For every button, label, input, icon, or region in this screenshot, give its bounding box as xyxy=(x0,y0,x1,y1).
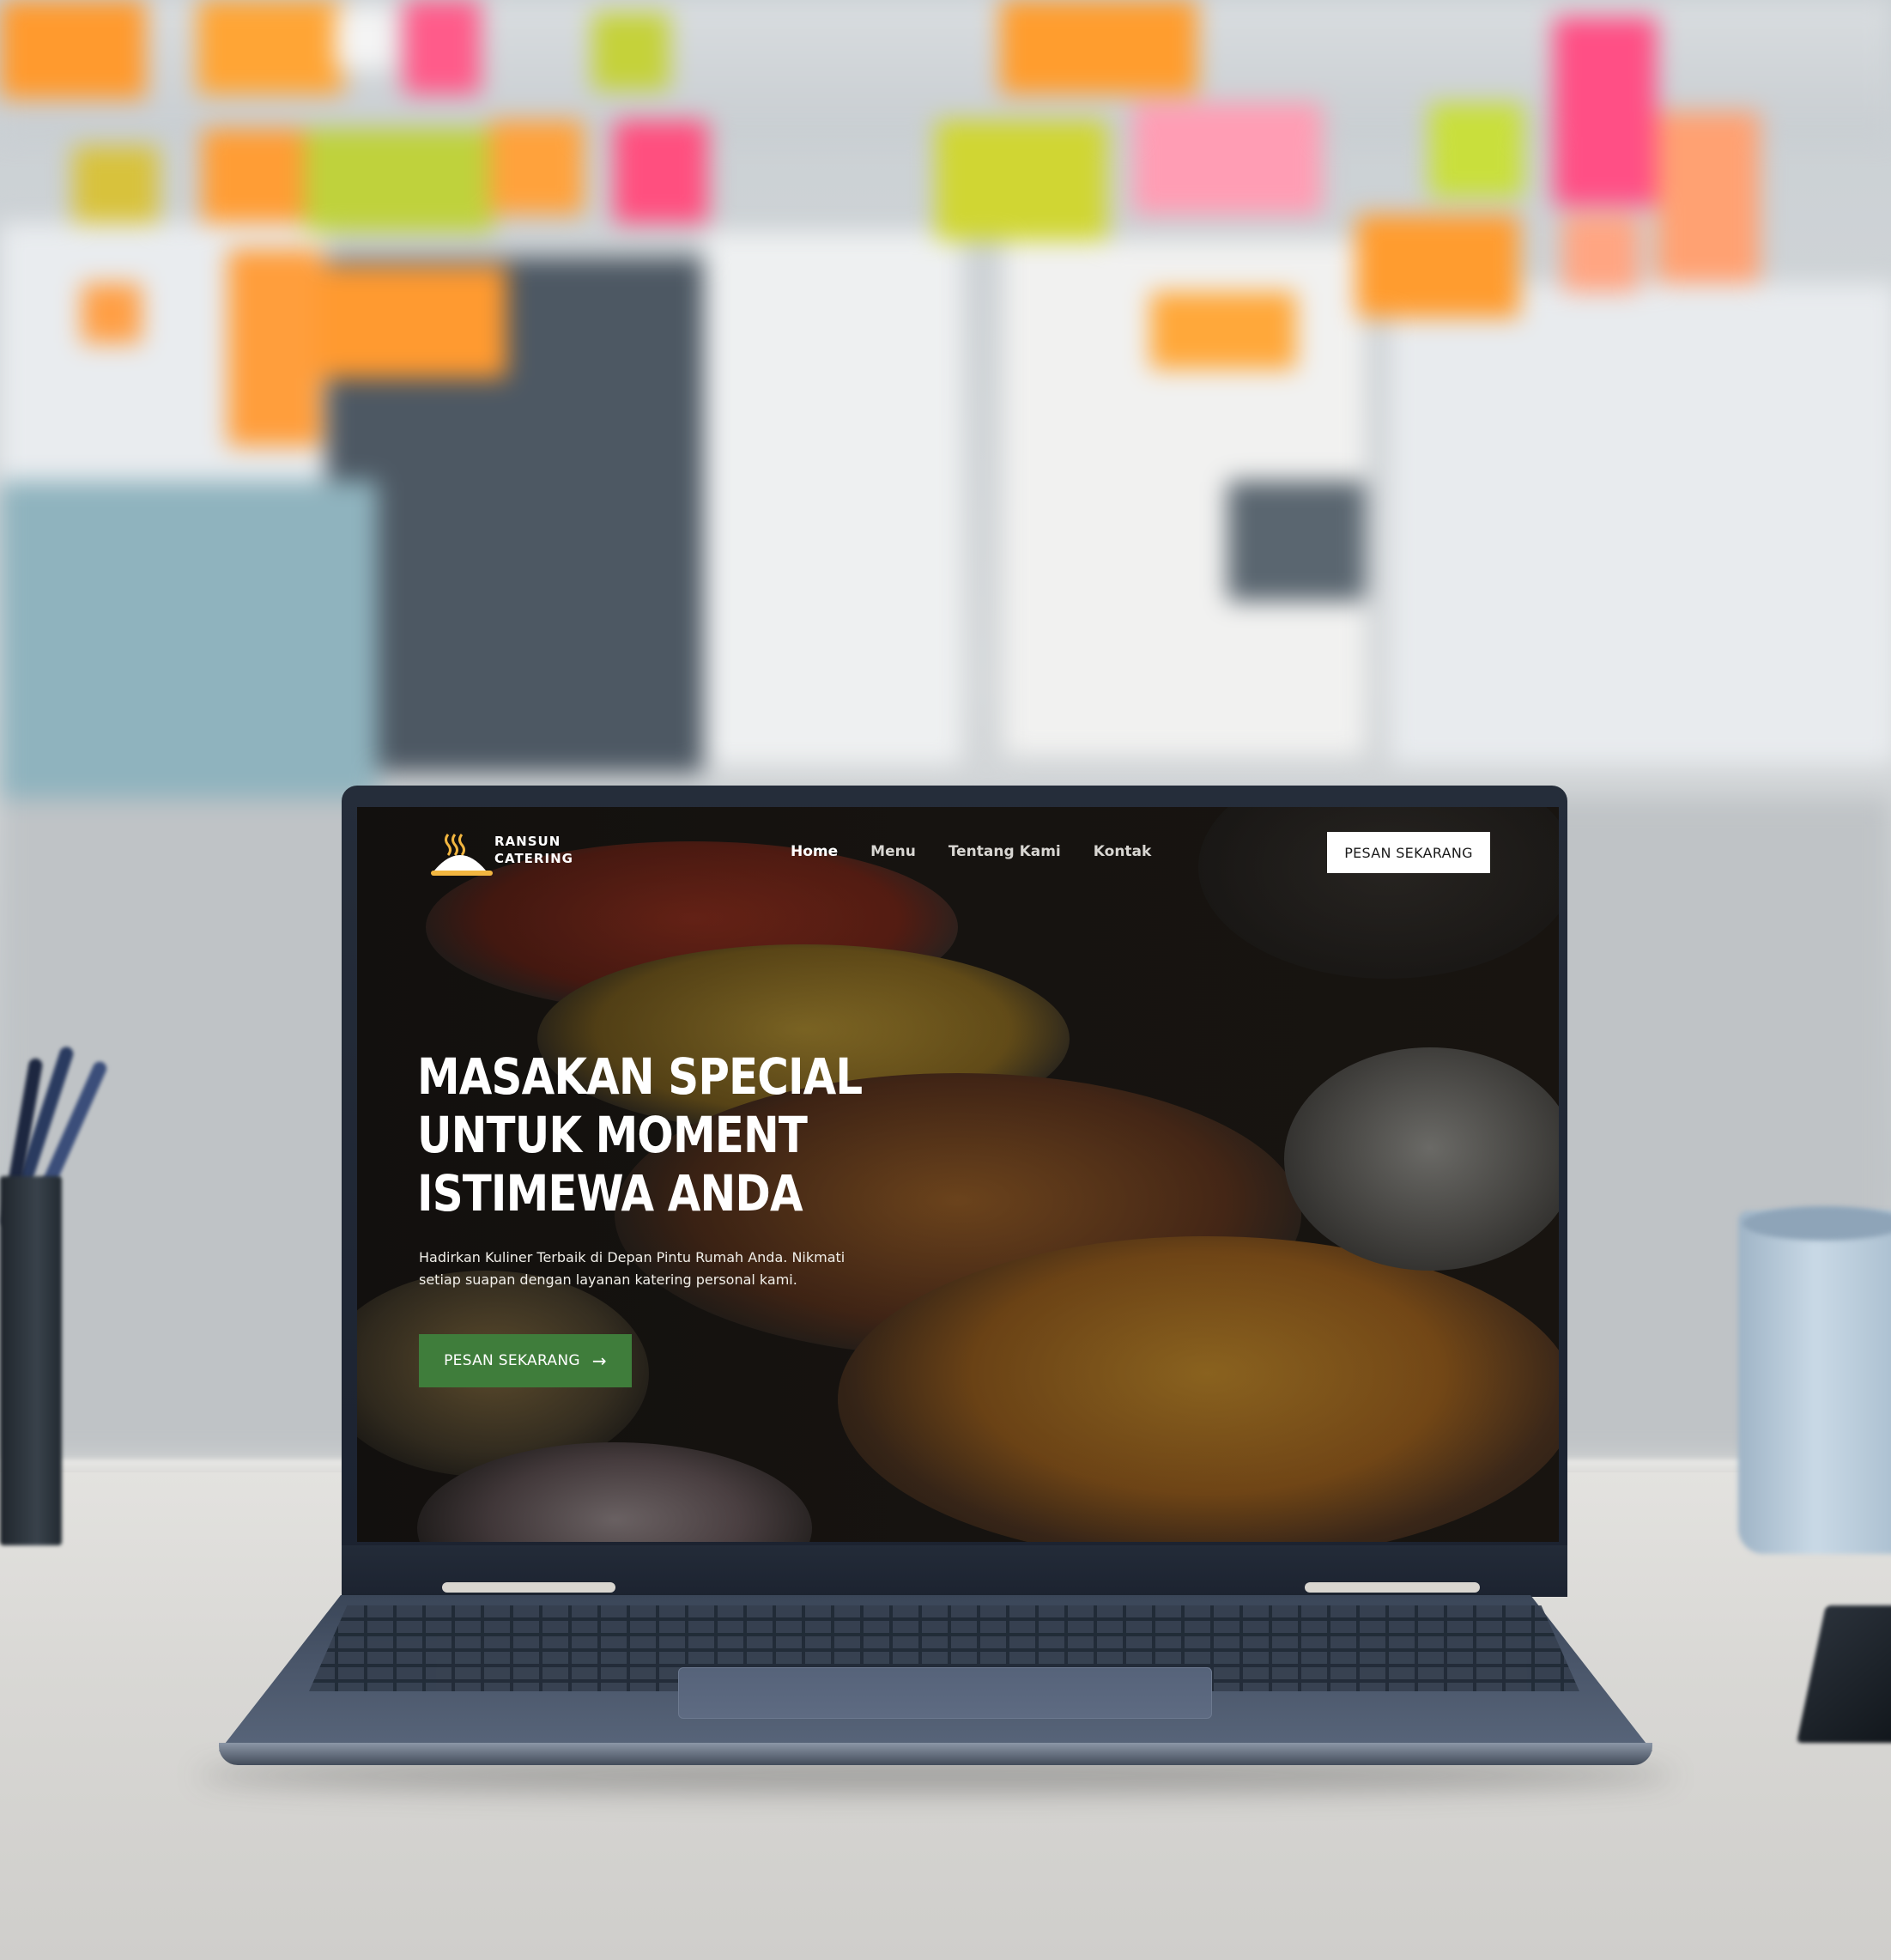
laptop-screen: RANSUN CATERING Home Menu Tentang Kami K… xyxy=(357,807,1559,1542)
brand-line-1: RANSUN xyxy=(494,834,561,849)
hero-title: MASAKAN SPECIAL UNTUK MOMENT ISTIMEWA AN… xyxy=(417,1047,863,1223)
nav-links: Home Menu Tentang Kami Kontak xyxy=(791,843,1151,860)
hero-title-line-2: UNTUK MOMENT xyxy=(417,1106,808,1164)
hero-title-line-3: ISTIMEWA ANDA xyxy=(417,1164,803,1223)
nav-home[interactable]: Home xyxy=(791,843,838,860)
nav-tentang-kami[interactable]: Tentang Kami xyxy=(949,843,1061,860)
trackpad xyxy=(678,1667,1212,1719)
hinge-right xyxy=(1305,1582,1480,1593)
brand-line-2: CATERING xyxy=(494,851,573,866)
pen-holder xyxy=(0,1176,62,1545)
laptop-mockup-scene: RANSUN CATERING Home Menu Tentang Kami K… xyxy=(0,0,1891,1960)
site-navbar: RANSUN CATERING Home Menu Tentang Kami K… xyxy=(357,807,1559,910)
hero-order-label: PESAN SEKARANG xyxy=(444,1352,580,1369)
brand-name[interactable]: RANSUN CATERING xyxy=(494,833,597,867)
mug xyxy=(1738,1211,1891,1554)
hero-title-line-1: MASAKAN SPECIAL xyxy=(417,1047,863,1106)
nav-order-button[interactable]: PESAN SEKARANG xyxy=(1327,832,1490,873)
arrow-right-icon: → xyxy=(591,1350,607,1371)
nav-menu[interactable]: Menu xyxy=(870,843,916,860)
nav-kontak[interactable]: Kontak xyxy=(1094,843,1152,860)
hero-subtitle: Hadirkan Kuliner Terbaik di Depan Pintu … xyxy=(419,1249,845,1288)
hero-order-button[interactable]: PESAN SEKARANG → xyxy=(419,1334,632,1387)
hinge-left xyxy=(442,1582,615,1593)
